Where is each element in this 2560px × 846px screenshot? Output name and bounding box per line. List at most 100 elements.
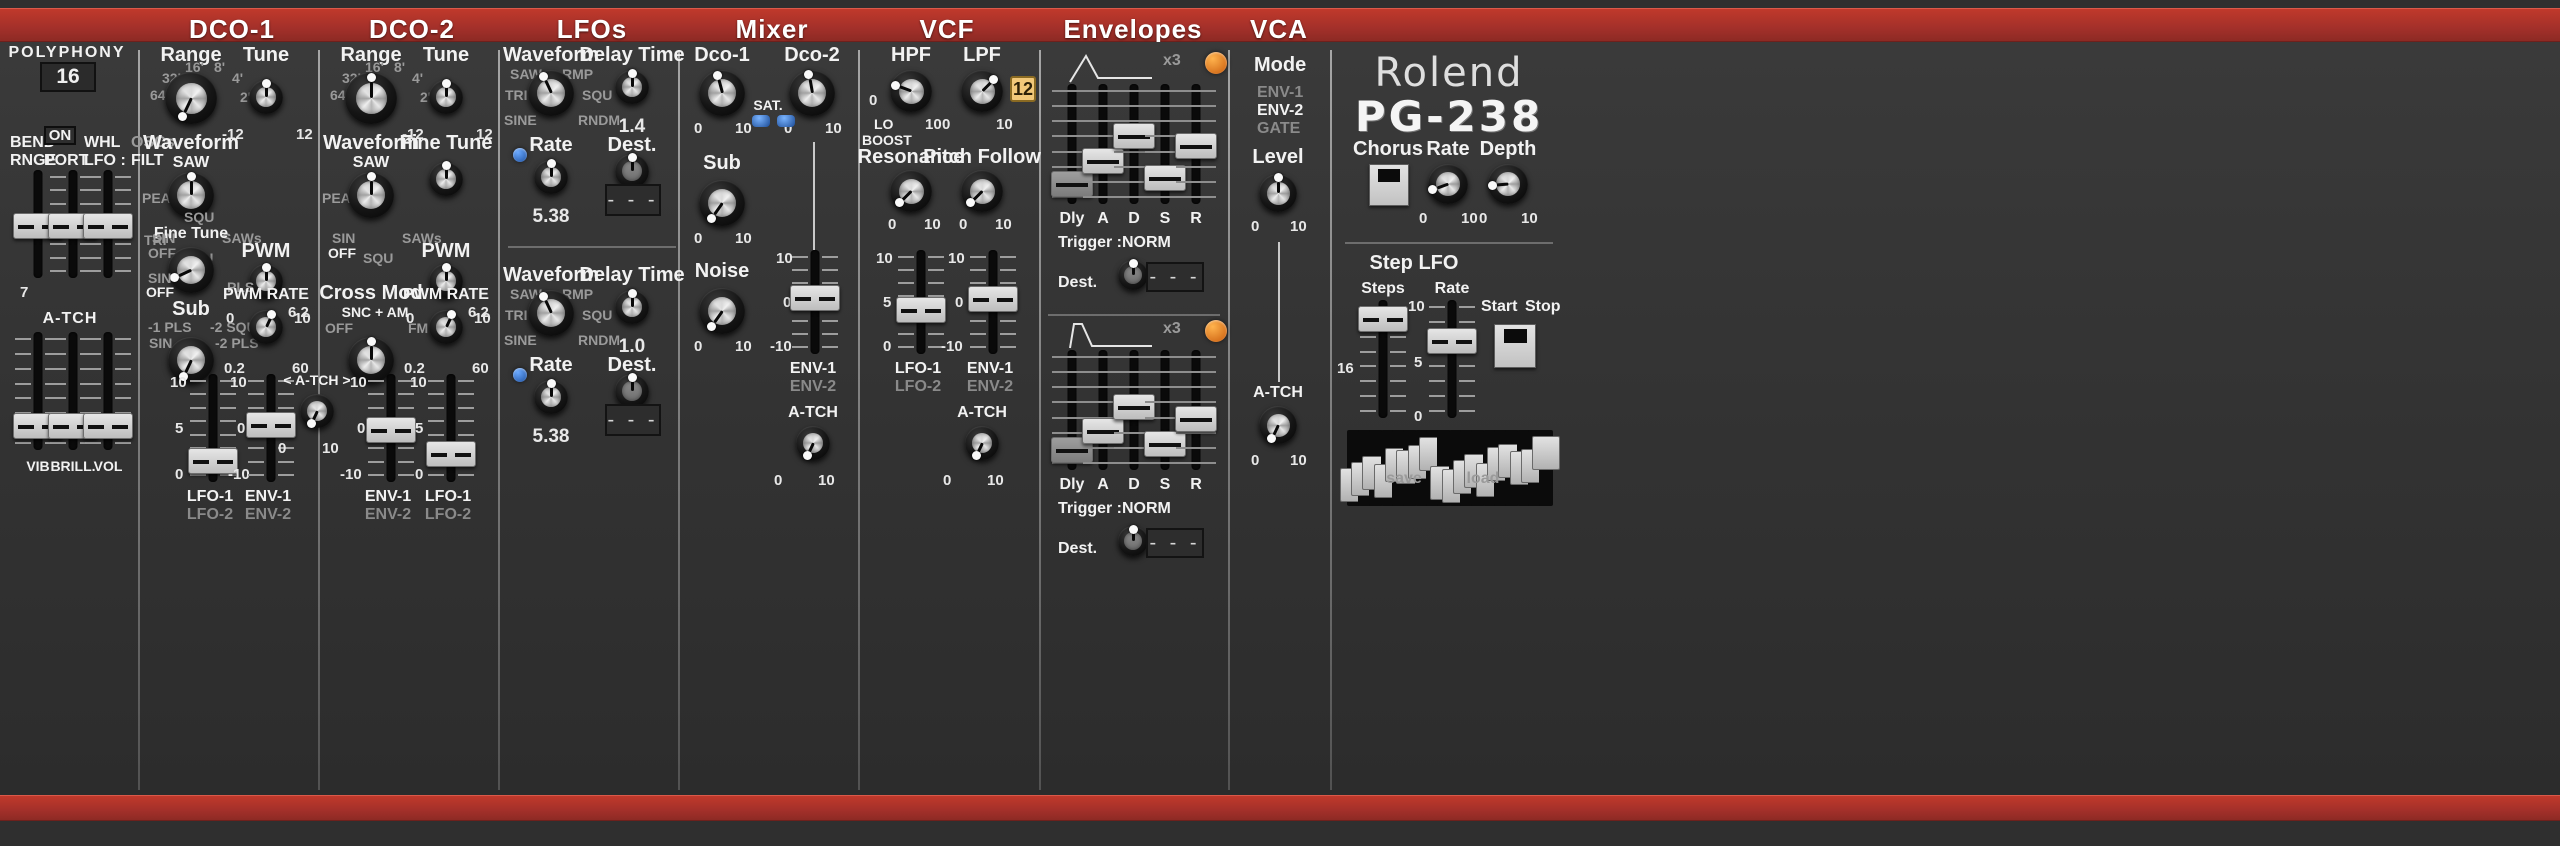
- mixer-noise-knob[interactable]: [699, 288, 745, 334]
- env1-trigger-value[interactable]: NORM: [1122, 234, 1171, 252]
- lfo2-dest-knob[interactable]: [615, 372, 649, 408]
- vcf-slope-badge[interactable]: 12: [1010, 76, 1036, 102]
- lfo2-rate-led: [513, 368, 527, 382]
- dco1-env1-slider[interactable]: [246, 374, 296, 482]
- mixer-atch-knob[interactable]: [796, 426, 830, 460]
- portamento-on-toggle[interactable]: ON: [44, 126, 76, 145]
- mixer-atch-min: 0: [774, 472, 783, 489]
- env1-r-slider[interactable]: [1175, 84, 1217, 204]
- env2-dest-knob[interactable]: [1118, 524, 1148, 556]
- mixer-env1-slider[interactable]: [790, 250, 840, 354]
- lfo1-delay-knob[interactable]: [615, 68, 649, 104]
- vcf-lfo1-slider[interactable]: [896, 250, 946, 354]
- dco2-tune-knob[interactable]: [429, 78, 463, 114]
- modwheel-slider[interactable]: [83, 170, 133, 278]
- chorus-button[interactable]: [1369, 164, 1409, 206]
- mixer-sub-knob[interactable]: [699, 180, 745, 226]
- vca-level-knob[interactable]: [1259, 173, 1297, 212]
- start-stop-button[interactable]: [1494, 324, 1536, 368]
- lfo1-waveform-knob[interactable]: [528, 70, 574, 116]
- mixer-dco1-knob[interactable]: [699, 70, 745, 116]
- dco1-sub-label: Sub: [172, 298, 210, 320]
- section-header-vcf: VCF: [919, 14, 975, 44]
- dco2-env-sub: ENV-2: [364, 506, 412, 523]
- dco2-lfo-mid: 5: [415, 420, 424, 437]
- env1-label-a: A: [1097, 210, 1109, 227]
- vca-atch-knob[interactable]: [1259, 406, 1297, 444]
- dco1-tune-knob[interactable]: [249, 78, 283, 114]
- dco2-pwm-rate-knob[interactable]: [429, 310, 463, 344]
- vcf-pitchfollow-knob[interactable]: [961, 170, 1003, 212]
- dco2-fine-tune-knob[interactable]: [429, 160, 463, 196]
- env1-dest-value[interactable]: - - -: [1146, 262, 1204, 292]
- atch-vol-slider[interactable]: [83, 332, 133, 450]
- env-divider: [1048, 314, 1220, 316]
- vca-mode-env1[interactable]: ENV-1: [1257, 84, 1303, 102]
- vcf-atch-knob[interactable]: [965, 426, 999, 460]
- lfo1-rate-knob[interactable]: [534, 158, 568, 194]
- env1-label-s: S: [1159, 210, 1171, 227]
- lfo2-rate-label: Rate: [529, 354, 573, 376]
- vcf-lpf-min: 0: [942, 116, 951, 133]
- vcf-lpf-knob[interactable]: [961, 70, 1003, 112]
- mixer-sat-led-1[interactable]: [752, 115, 770, 127]
- vca-atch-min: 0: [1251, 452, 1260, 469]
- dco2-pwm-label: PWM: [421, 240, 471, 262]
- vcf-resonance-knob[interactable]: [890, 170, 932, 212]
- mixer-env-top: 10: [776, 250, 793, 267]
- dco1-waveform-label: Waveform: [143, 132, 239, 154]
- lfo2-delay-knob[interactable]: [615, 288, 649, 324]
- mixer-env-sub: ENV-2: [789, 378, 837, 395]
- env2-led[interactable]: [1205, 320, 1227, 342]
- lfo2-rate-knob[interactable]: [534, 378, 568, 414]
- lfo1-rate-value: 5.38: [532, 206, 570, 227]
- env1-led[interactable]: [1205, 52, 1227, 74]
- env2-label-s: S: [1159, 476, 1171, 493]
- env2-dest-value[interactable]: - - -: [1146, 528, 1204, 558]
- vca-atch-max: 10: [1290, 452, 1307, 469]
- panel-plate: POLYPHONY 16 BEND RNGE ON PORT WHL LFO :…: [0, 42, 2560, 795]
- dco2-wf-mark-sin: SIN: [332, 230, 356, 246]
- env1-trigger-label: Trigger :: [1058, 234, 1123, 251]
- save-button[interactable]: save: [1386, 470, 1422, 488]
- dco2-atch-max: 10: [322, 440, 339, 457]
- lfo1-dest-value[interactable]: - - -: [605, 184, 661, 216]
- dco2-env1-slider[interactable]: [366, 374, 416, 482]
- steps-slider[interactable]: [1358, 300, 1408, 418]
- env2-r-slider[interactable]: [1175, 350, 1217, 470]
- mixer-sat-led-2[interactable]: [777, 115, 795, 127]
- dco1-tune-label: Tune: [242, 44, 290, 66]
- lfo1-dest-knob[interactable]: [615, 152, 649, 188]
- mixer-dco2-knob[interactable]: [789, 70, 835, 116]
- polyphony-value[interactable]: 16: [40, 62, 96, 92]
- vcf-env1-slider[interactable]: [968, 250, 1018, 354]
- step-rate-slider[interactable]: [1427, 300, 1477, 418]
- dco2-env-top: 10: [350, 374, 367, 391]
- dco1-pwm-label: PWM: [241, 240, 291, 262]
- dco1-pwm-rate-knob[interactable]: [249, 310, 283, 344]
- dco2-range-knob[interactable]: [345, 72, 397, 124]
- vca-mode-gate[interactable]: GATE: [1257, 120, 1300, 138]
- mixer-atch-label: A-TCH: [788, 404, 838, 421]
- load-button[interactable]: load: [1467, 470, 1500, 488]
- dco2-wf-mark-off: OFF: [328, 245, 356, 261]
- vcf-lpf-max: 10: [996, 116, 1013, 133]
- env1-dest-knob[interactable]: [1118, 258, 1148, 290]
- dco2-lfo1-slider[interactable]: [426, 374, 476, 482]
- vcf-hpf-knob[interactable]: [890, 70, 932, 112]
- env2-trigger-value[interactable]: NORM: [1122, 500, 1171, 518]
- lfo2-dest-value[interactable]: - - -: [605, 404, 661, 436]
- dco1-sub-knob[interactable]: [168, 247, 214, 293]
- dco2-lfo-sub: LFO-2: [424, 506, 472, 523]
- vca-mode-env2[interactable]: ENV-2: [1257, 102, 1303, 120]
- step-rate-bot: 0: [1414, 408, 1423, 425]
- chorus-depth-knob[interactable]: [1487, 164, 1528, 204]
- dco2-lfo-top: 10: [410, 374, 427, 391]
- dco1-range-knob[interactable]: [165, 72, 217, 124]
- dco2-waveform-knob[interactable]: [348, 172, 394, 218]
- step-fader-handle[interactable]: [1532, 436, 1560, 470]
- chorus-rate-knob[interactable]: [1428, 164, 1468, 204]
- lfo1-wf-squ: SQU: [582, 87, 613, 103]
- dco2-atch-knob[interactable]: [300, 394, 334, 428]
- lfo2-waveform-knob[interactable]: [528, 290, 574, 336]
